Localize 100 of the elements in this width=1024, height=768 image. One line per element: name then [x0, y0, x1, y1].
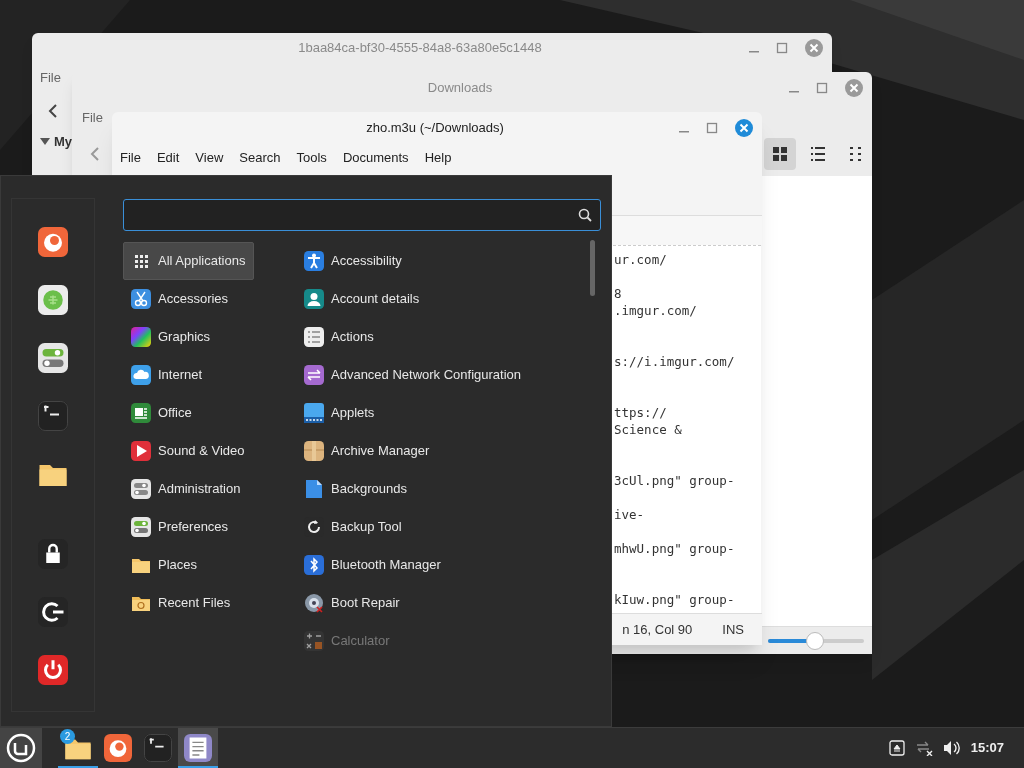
text-line: Science & [614, 421, 682, 438]
sidebar-heading: My [54, 133, 73, 151]
search-field[interactable] [123, 199, 601, 231]
category-item[interactable]: Preferences [123, 508, 238, 546]
text-line: ive- [614, 506, 645, 523]
menu-item[interactable]: File [120, 148, 141, 168]
application-item[interactable]: Actions [299, 318, 382, 356]
text-line: ur.com/ [614, 251, 667, 268]
list-icon [808, 144, 828, 164]
application-item[interactable]: Accessibility [299, 242, 410, 280]
back-button[interactable] [46, 103, 60, 119]
favorite-button[interactable] [36, 225, 70, 259]
menu-item[interactable]: Documents [342, 148, 409, 168]
panel-icon [304, 403, 324, 423]
category-item[interactable]: All Applications [123, 242, 255, 280]
cursor-position: n 16, Col 90 [622, 620, 693, 639]
menu-item[interactable]: Tools [296, 148, 327, 168]
maximize-button[interactable] [706, 122, 718, 134]
text-line: .imgur.com/ [614, 302, 697, 319]
menu-item[interactable]: View [195, 148, 224, 168]
volume-icon[interactable] [942, 740, 961, 756]
power-icon [38, 655, 68, 685]
menu-item[interactable]: File [82, 108, 103, 128]
toggles-icon [131, 517, 151, 537]
maximize-button[interactable] [816, 82, 828, 94]
grid-view-button[interactable] [764, 138, 796, 170]
category-item[interactable]: Accessories [123, 280, 238, 318]
power-button[interactable] [36, 653, 70, 687]
grid-icon [770, 144, 790, 164]
color-palette-icon [131, 327, 151, 347]
maximize-button[interactable] [776, 42, 788, 54]
application-item[interactable]: Backup Tool [299, 508, 410, 546]
favorite-button[interactable] [36, 283, 70, 317]
box-icon [304, 441, 324, 461]
text-line: ttps:// [614, 404, 667, 421]
menu-item[interactable]: Help [424, 148, 452, 168]
category-item[interactable]: Places [123, 546, 207, 584]
fox-icon [38, 227, 68, 257]
window-title: zho.m3u (~/Downloads) [365, 119, 505, 138]
favorite-button[interactable] [36, 341, 70, 375]
person-icon [304, 251, 324, 271]
expander-icon[interactable] [40, 137, 50, 146]
application-item[interactable]: Backgrounds [299, 470, 415, 508]
page-icon [304, 479, 324, 499]
category-item[interactable]: Internet [123, 356, 212, 394]
category-item[interactable]: Recent Files [123, 584, 240, 622]
cloud-icon [131, 365, 151, 385]
play-icon [131, 441, 151, 461]
application-item[interactable]: Bluetooth Manager [299, 546, 449, 584]
bluetooth-icon [304, 555, 324, 575]
fox-icon [104, 734, 132, 762]
category-item[interactable]: Administration [123, 470, 250, 508]
eject-icon[interactable] [888, 740, 905, 756]
application-item[interactable]: Account details [299, 280, 428, 318]
close-button[interactable] [734, 118, 754, 138]
lock-icon [38, 539, 68, 569]
category-item[interactable]: Office [123, 394, 201, 432]
document-icon [184, 734, 212, 762]
zoom-slider[interactable] [768, 631, 864, 650]
taskbar-app-button[interactable] [178, 727, 218, 768]
search-icon [578, 208, 592, 222]
document-icon [131, 403, 151, 423]
text-line: s://i.imgur.com/ [614, 353, 735, 370]
text-line: 3cUl.png" group- [614, 472, 735, 489]
toggles-icon [131, 479, 151, 499]
arrows-icon [304, 365, 324, 385]
menu-item[interactable]: File [40, 68, 61, 88]
close-button[interactable] [804, 38, 824, 58]
text-line: mhwU.png" group- [614, 540, 735, 557]
logout-button[interactable] [36, 595, 70, 629]
globe-icon [38, 285, 68, 315]
scrollbar-thumb[interactable] [590, 240, 595, 296]
window-title: 1baa84ca-bf30-4555-84a8-63a80e5c1448 [297, 39, 543, 58]
person-icon [304, 289, 324, 309]
list-icon [304, 327, 324, 347]
terminal-icon [144, 734, 172, 762]
application-item[interactable]: Applets [299, 394, 383, 432]
scissors-icon [131, 289, 151, 309]
menu-item[interactable]: Edit [156, 148, 180, 168]
category-item[interactable]: Graphics [123, 318, 220, 356]
menu-item[interactable]: Search [239, 148, 281, 168]
close-button[interactable] [844, 78, 864, 98]
toggles-icon [38, 343, 68, 373]
slider-thumb[interactable] [806, 631, 825, 650]
disc-icon [304, 593, 324, 613]
network-disconnected-icon[interactable] [914, 740, 933, 756]
count-badge: 2 [60, 728, 75, 744]
application-item[interactable]: Archive Manager [299, 432, 438, 470]
application-item[interactable]: Boot Repair [299, 584, 408, 622]
application-item[interactable]: Advanced Network Configuration [299, 356, 530, 394]
menu-button[interactable] [0, 727, 42, 768]
terminal-icon [38, 401, 68, 431]
clock[interactable]: 15:07 [970, 738, 1004, 758]
category-item[interactable]: Sound & Video [123, 432, 254, 470]
text-line: kIuw.png" group- [614, 591, 735, 608]
insert-mode[interactable]: INS [722, 619, 744, 640]
window-title: Downloads [426, 79, 494, 98]
text-line: 8 [614, 285, 622, 302]
lock-button[interactable] [36, 537, 70, 571]
logout-icon [38, 597, 68, 627]
